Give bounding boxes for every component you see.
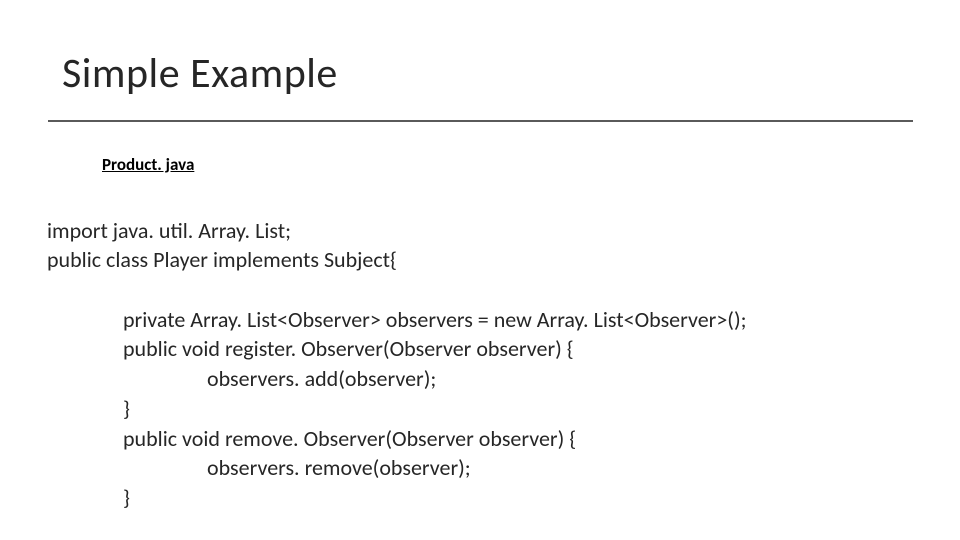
slide-title: Simple Example [62, 48, 338, 99]
code-line: } [47, 394, 130, 424]
code-line: import java. util. Array. List; [47, 217, 291, 244]
filename-label: Product. java [102, 154, 194, 175]
title-underline [48, 120, 913, 122]
code-block: import java. util. Array. List; public c… [47, 186, 747, 513]
slide: Simple Example Product. java import java… [0, 0, 960, 540]
code-line: observers. remove(observer); [47, 453, 471, 483]
code-line: public void remove. Observer(Observer ob… [47, 424, 576, 454]
code-line: public class Player implements Subject{ [47, 246, 397, 273]
code-line: private Array. List<Observer> observers … [47, 305, 747, 335]
code-line: } [47, 483, 130, 513]
code-line: observers. add(observer); [47, 364, 436, 394]
code-line: public void register. Observer(Observer … [47, 334, 574, 364]
